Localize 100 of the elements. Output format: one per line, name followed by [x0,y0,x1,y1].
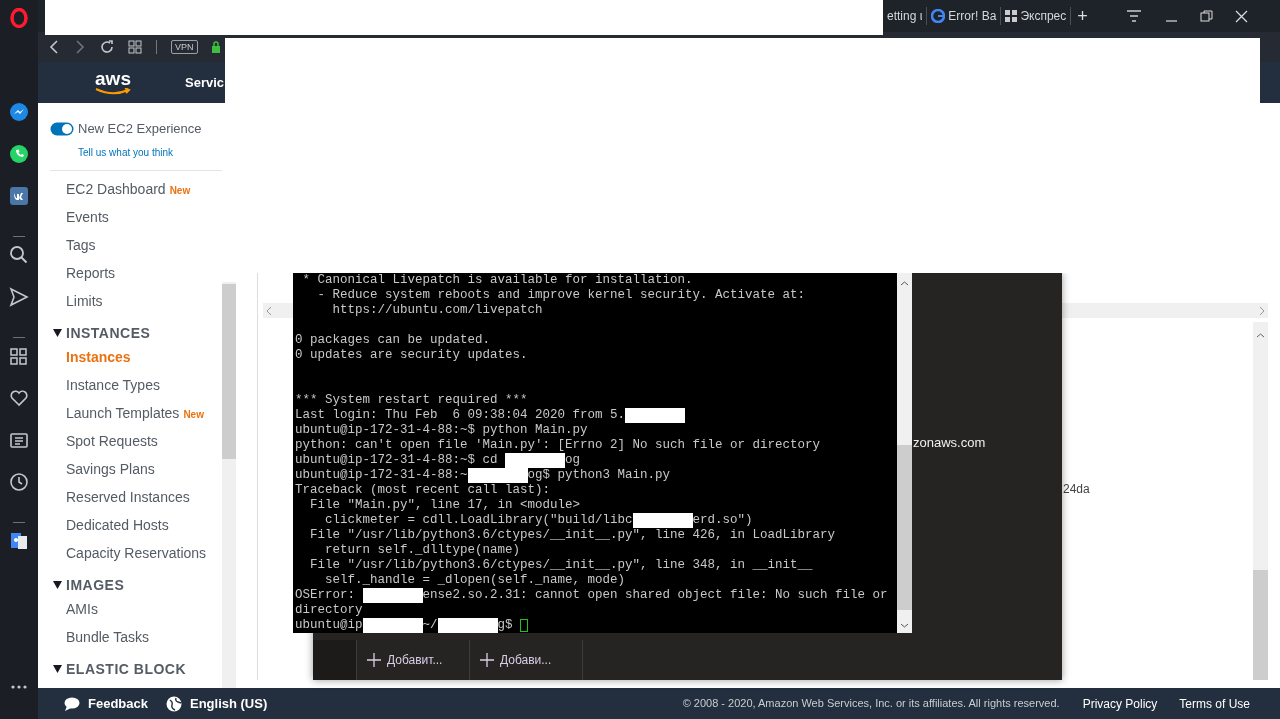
terminal-text: ~/ [422,618,438,633]
redaction-block [632,513,693,528]
heart-icon[interactable] [9,388,29,408]
terminal-text: python: can't open file 'Main.py': [Errno 2] No such file or directory [295,438,821,453]
nav-link[interactable]: EC2 Dashboard New [50,174,222,203]
terminal-text: File "/usr/lib/python3.6/ctypes/__init__.py", line 426, in LoadLibrary [309,528,836,543]
opera-logo-icon[interactable] [9,8,29,28]
terminal-text: 0 packages can be updated. [295,333,491,348]
caret-icon[interactable] [53,664,62,673]
section-header[interactable]: IMAGES [50,566,222,595]
terminal-text: Traceback (most recent call last): [295,483,551,498]
speech-bubble-icon [64,696,80,711]
clock-icon[interactable] [9,472,29,492]
translate-icon[interactable] [9,531,29,551]
redaction-block [437,618,498,633]
terminal-text: ubuntu@ip-172-31-4-88:~$ cd [295,453,499,468]
grid-icon [1005,10,1018,22]
tab-menu-icon[interactable] [1125,9,1142,23]
terminal-text: ubuntu@ip [295,618,363,633]
grid-icon[interactable] [128,40,142,54]
vpn-badge[interactable]: VPN [171,40,198,54]
toggle-switch[interactable] [50,121,74,136]
redaction-block [505,453,566,468]
terminal-text: - Reduce system reboots and improve kernel security. Activate at: [316,288,806,303]
forward-icon[interactable] [74,40,86,54]
horizontal-scrollbar[interactable] [1062,303,1268,318]
aws-logo[interactable]: aws [95,70,131,88]
lock-icon [211,41,220,53]
scrollbar[interactable] [222,281,236,688]
nav-link[interactable]: Bundle Tasks [50,622,222,651]
feedback-link[interactable]: Feedback [88,693,148,714]
messenger-icon[interactable] [9,102,29,122]
nav-link[interactable]: Instance Types [50,370,222,399]
globe-icon [166,695,182,712]
toggle-label: New EC2 Experience [78,120,202,138]
copyright-text: © 2008 - 2020, Amazon Web Services, Inc. or its affiliates. All rights reserved. [682,696,1060,712]
back-icon[interactable] [48,40,60,54]
restore-icon[interactable] [1198,8,1214,24]
nav-link[interactable]: AMIs [50,594,222,623]
scrollbar[interactable] [897,270,912,633]
nav-link[interactable]: Reports [50,258,222,287]
redaction-block [362,618,423,633]
reload-icon[interactable] [100,40,114,54]
nav-link[interactable]: Savings Plans [50,454,222,483]
terminal-text: clickmeter = cdll.LoadLibrary("build/libc [324,513,633,528]
plus-icon [480,653,494,667]
feedback-link[interactable]: Tell us what you think [78,145,174,160]
whatsapp-icon[interactable] [9,144,29,164]
caret-icon[interactable] [53,580,62,589]
add-button[interactable]: Добавит... [357,640,470,680]
nav-link[interactable]: Tags [50,230,222,259]
nav-link[interactable]: Capacity Reservations [50,538,222,567]
browser-tab[interactable]: Экспрес [1001,7,1072,25]
footer-link[interactable]: Terms of Use [1179,694,1250,713]
cursor-icon [519,619,528,632]
footer-link[interactable]: Privacy Policy [1082,694,1158,713]
google-icon [931,9,946,23]
terminal-text: og [565,453,581,468]
section-header[interactable]: ELASTIC BLOCK [50,650,222,679]
vertical-scrollbar[interactable] [1253,322,1268,680]
nav-link[interactable]: Reserved Instances [50,482,222,511]
terminal-text: File "Main.py", line 17, in <module> [309,498,581,513]
horizontal-scrollbar[interactable] [263,303,294,318]
nav-link[interactable]: Launch Templates New [50,398,222,427]
send-icon[interactable] [9,287,29,307]
terminal-text: *** System restart required *** [295,393,528,408]
terminal-text: Last login: Thu Feb 6 09:38:04 2020 from 5. [295,408,626,423]
services-menu[interactable]: Servic [185,72,225,93]
nav-link[interactable]: Dedicated Hosts [50,510,222,539]
nav-link[interactable]: Events [50,202,222,231]
terminal-text: File "/usr/lib/python3.6/ctypes/__init__.py", line 348, in __init__ [309,558,813,573]
terminal-text: ense2.so.2.31: cannot open shared object file: No such file or [422,588,888,603]
terminal-text: * Canonical Livepatch is available for installation. [301,273,693,288]
new-tab-button[interactable]: + [1077,7,1088,25]
nav-link[interactable]: Limits [50,286,222,315]
add-button[interactable]: Добави... [470,640,583,680]
redaction-block [625,408,686,423]
caret-icon[interactable] [53,328,62,337]
close-icon[interactable] [1233,8,1249,24]
dns-fragment: zonaws.com [913,434,986,452]
nav-link[interactable]: Spot Requests [50,426,222,455]
terminal-text: OSError: [295,588,356,603]
search-icon[interactable] [9,245,29,265]
terminal-text: ubuntu@ip-172-31-4-88:~ [295,468,468,483]
redaction-block [362,588,423,603]
terminal-text: 0 updates are security updates. [295,348,528,363]
terminal-text: og$ python3 Main.py [527,468,671,483]
terminal-text: directory [295,603,363,618]
terminal-text: g$ [497,618,513,633]
terminal-text: ubuntu@ip-172-31-4-88:~$ python Main.py [295,423,588,438]
grid-icon[interactable] [9,346,29,366]
terminal-text: self._handle = _dlopen(self._name, mode) [324,573,626,588]
terminal-text: return self._dlltype(name) [324,543,521,558]
smile-icon[interactable] [95,88,131,95]
section-header[interactable]: INSTANCES [50,314,222,343]
language-selector[interactable]: English (US) [190,693,268,714]
vk-icon[interactable] [9,186,29,206]
id-fragment: 24da [1063,481,1090,498]
news-icon[interactable] [9,430,29,450]
browser-tab[interactable]: Error! Ba [927,7,1002,25]
